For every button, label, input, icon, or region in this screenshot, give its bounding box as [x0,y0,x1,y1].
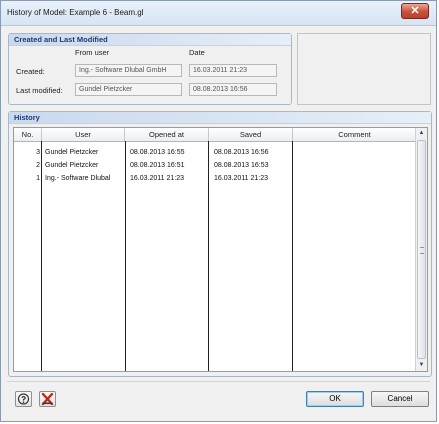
history-dialog: History of Model: Example 6 - Beam.gl ✕ … [0,0,437,422]
delete-icon [41,392,54,406]
delete-button[interactable] [39,391,56,407]
created-modified-group: Created and Last Modified From user Date… [8,33,292,105]
row-no: 2 [36,162,40,169]
table-row[interactable]: 3 Gundel Pietzcker 08.08.2013 16:55 08.0… [14,147,417,159]
ok-button[interactable]: OK [306,391,364,407]
scrollbar-grip-icon [420,246,424,254]
row-saved: 08.08.2013 16:56 [214,149,269,156]
modified-user-field: Gundel Pietzcker [75,83,182,96]
from-user-header: From user [75,48,110,57]
window-title: History of Model: Example 6 - Beam.gl [7,8,144,17]
column-header-comment[interactable]: Comment [293,128,417,141]
scroll-down-arrow-icon[interactable]: ▼ [416,360,427,371]
side-panel [297,33,431,105]
created-modified-header: Created and Last Modified [9,34,291,46]
title-bar: History of Model: Example 6 - Beam.gl ✕ [1,1,436,26]
modified-label: Last modified: [16,86,63,95]
close-button[interactable]: ✕ [401,3,429,19]
row-opened: 16.03.2011 21:23 [130,175,184,182]
scroll-up-arrow-icon[interactable]: ▲ [416,128,427,139]
row-saved: 08.08.2013 16:53 [214,162,269,169]
column-header-user[interactable]: User [42,128,125,141]
created-date-field: 16.03.2011 21:23 [189,64,277,77]
row-no: 1 [36,175,40,182]
created-modified-title: Created and Last Modified [14,35,108,44]
help-icon [17,393,30,405]
scrollbar-thumb[interactable] [417,140,426,359]
row-no: 3 [36,149,40,156]
created-label: Created: [16,67,45,76]
table-row[interactable]: 2 Gundel Pietzcker 08.08.2013 16:51 08.0… [14,160,417,172]
cancel-button[interactable]: Cancel [371,391,429,407]
row-user: Gundel Pietzcker [45,149,99,156]
row-comment [297,160,415,172]
history-header: History [9,112,431,124]
row-saved: 16.03.2011 21:23 [214,175,268,182]
row-comment [297,173,415,185]
created-user-field: Ing.- Software Dlubal GmbH [75,64,182,77]
modified-date-field: 08.08.2013 16:56 [189,83,277,96]
history-title: History [14,113,40,122]
history-table-header: No. User Opened at Saved Comment [14,128,417,142]
column-header-saved[interactable]: Saved [209,128,293,141]
date-header: Date [189,48,205,57]
table-row[interactable]: 1 Ing.- Software Dlubal 16.03.2011 21:23… [14,173,417,185]
row-user: Ing.- Software Dlubal [45,175,111,182]
history-table[interactable]: No. User Opened at Saved Comment 3 Gunde… [13,127,428,372]
row-comment [297,147,415,159]
row-opened: 08.08.2013 16:51 [130,162,185,169]
row-opened: 08.08.2013 16:55 [130,149,185,156]
row-user: Gundel Pietzcker [45,162,99,169]
close-icon: ✕ [410,5,420,17]
vertical-scrollbar[interactable]: ▲ ▼ [415,128,427,371]
column-header-no[interactable]: No. [14,128,42,141]
column-header-opened[interactable]: Opened at [125,128,209,141]
help-button[interactable] [15,391,32,407]
footer-divider [7,381,430,382]
